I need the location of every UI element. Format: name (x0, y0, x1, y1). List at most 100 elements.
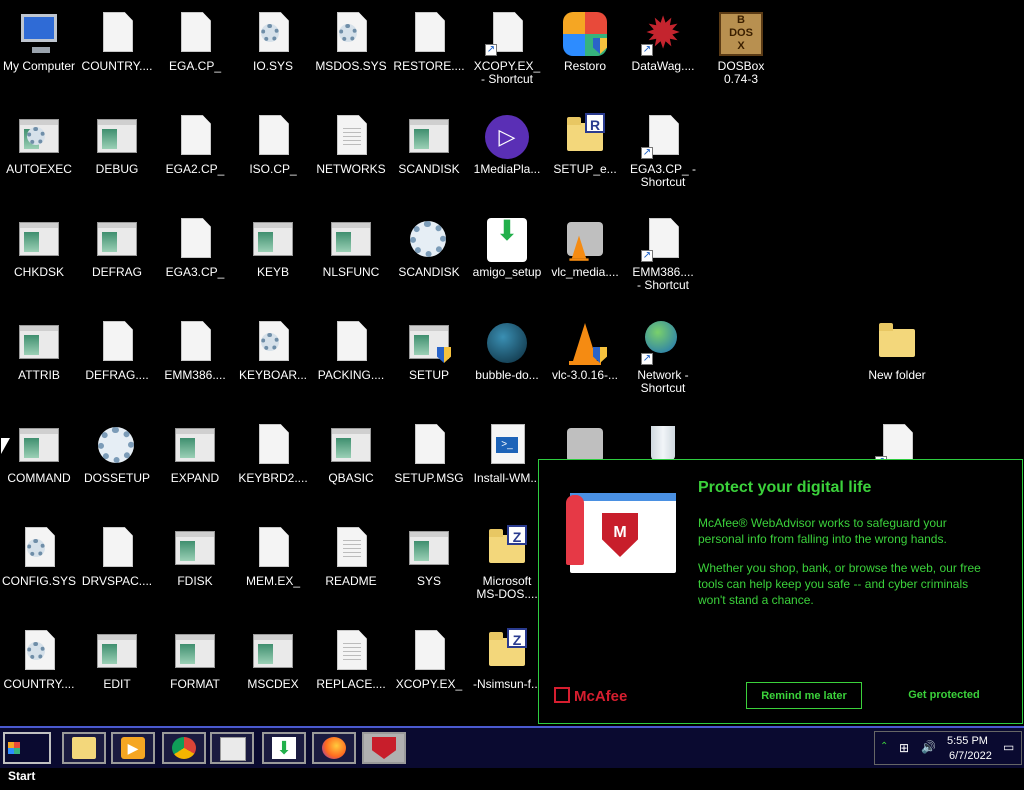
taskbar-chrome[interactable] (162, 732, 206, 764)
desktop-icon-label: vlc_media.... (551, 266, 619, 279)
desktop-icon-graphic (95, 218, 139, 262)
desktop-icon[interactable]: CHKDSK (0, 210, 78, 279)
desktop-icon[interactable]: SETUP.MSG (390, 416, 468, 485)
desktop-icon-label: ISO.CP_ (249, 163, 297, 176)
desktop-icon[interactable]: EGA.CP_ (156, 4, 234, 73)
desktop-icon[interactable]: ISO.CP_ (234, 107, 312, 176)
shortcut-arrow-icon: ↗ (641, 353, 653, 365)
desktop-icon-label: DEBUG (95, 163, 139, 176)
desktop-icon[interactable]: R SETUP_e... (546, 107, 624, 176)
desktop-icon-label: NLSFUNC (322, 266, 380, 279)
desktop-icon[interactable]: Install-WM... (468, 416, 546, 485)
desktop-icon[interactable]: DEBUG (78, 107, 156, 176)
document-icon (649, 218, 679, 258)
desktop-icon[interactable]: COUNTRY.... (0, 622, 78, 691)
desktop-icon[interactable]: bubble-do... (468, 313, 546, 382)
taskbar-file-explorer[interactable] (62, 732, 106, 764)
desktop-icon[interactable]: EGA2.CP_ (156, 107, 234, 176)
taskbar-media-player[interactable]: ▶ (111, 732, 155, 764)
desktop-icon[interactable]: DOSSETUP (78, 416, 156, 485)
desktop-icon[interactable]: EXPAND (156, 416, 234, 485)
show-hidden-icons-chevron-icon[interactable]: ⌃ (880, 741, 888, 752)
desktop-icon[interactable]: FORMAT (156, 622, 234, 691)
desktop-icon[interactable]: DRVSPAC.... (78, 519, 156, 588)
desktop-icon[interactable]: Restoro (546, 4, 624, 73)
desktop-icon[interactable]: COMMAND (0, 416, 78, 485)
desktop-icon[interactable]: Z -Nsimsun-f... (468, 622, 546, 691)
desktop-icon[interactable]: QBASIC (312, 416, 390, 485)
desktop-icon[interactable]: README (312, 519, 390, 588)
desktop-icon[interactable]: FDISK (156, 519, 234, 588)
document-icon (649, 115, 679, 155)
desktop-icon-label: COMMAND (7, 472, 71, 485)
desktop-icon[interactable]: PACKING.... (312, 313, 390, 382)
desktop-icon[interactable]: IO.SYS (234, 4, 312, 73)
desktop-icon[interactable]: SETUP (390, 313, 468, 382)
desktop-icon[interactable]: MSDOS.SYS (312, 4, 390, 73)
desktop-icon[interactable]: EDIT (78, 622, 156, 691)
start-button[interactable]: Start (3, 732, 51, 783)
desktop-icon[interactable]: NLSFUNC (312, 210, 390, 279)
desktop-icon[interactable]: MEM.EX_ (234, 519, 312, 588)
desktop-icon[interactable]: ↗ Network - Shortcut (624, 313, 702, 395)
application-window-icon (409, 119, 449, 153)
desktop-icon[interactable]: ATTRIB (0, 313, 78, 382)
desktop-icon-label: SETUP.MSG (394, 472, 464, 485)
desktop-icon[interactable]: ↗ EMM386.... - Shortcut (624, 210, 702, 292)
desktop-icon-graphic: B DOS X (719, 12, 763, 56)
desktop-icon[interactable]: CONFIG.SYS (0, 519, 78, 588)
desktop-icon[interactable]: ↗ EGA3.CP_ - Shortcut (624, 107, 702, 189)
application-window-icon (175, 634, 215, 668)
desktop-icon[interactable]: amigo_setup (468, 210, 546, 279)
desktop-icon[interactable]: MSCDEX (234, 622, 312, 691)
desktop-icon[interactable]: AUTOEXEC (0, 107, 78, 176)
desktop-icon-label: Microsoft MS-DOS.... (476, 575, 538, 601)
desktop-icon[interactable]: New folder (858, 313, 936, 382)
desktop-icon[interactable]: KEYB (234, 210, 312, 279)
taskbar-mcafee[interactable] (362, 732, 406, 764)
desktop-icon[interactable]: NETWORKS (312, 107, 390, 176)
desktop-icon[interactable]: RESTORE.... (390, 4, 468, 73)
desktop-icon-graphic (173, 630, 217, 674)
desktop-icon[interactable]: XCOPY.EX_ (390, 622, 468, 691)
taskbar-window-app[interactable] (210, 732, 254, 764)
clock-time[interactable]: 5:55 PM (947, 735, 988, 747)
desktop-icon[interactable]: REPLACE.... (312, 622, 390, 691)
desktop-icon-graphic (407, 12, 451, 56)
zip-folder-icon: Z (489, 628, 527, 666)
action-center-icon[interactable]: ▭ (1003, 740, 1014, 754)
desktop-icon[interactable]: KEYBRD2.... (234, 416, 312, 485)
desktop-icon[interactable]: vlc-3.0.16-... (546, 313, 624, 382)
desktop-icon[interactable]: SCANDISK (390, 210, 468, 279)
desktop-icon-label: 1MediaPla... (473, 163, 541, 176)
taskbar-amigo-download[interactable]: ⬇ (262, 732, 306, 764)
desktop-icon[interactable]: SCANDISK (390, 107, 468, 176)
desktop-icon[interactable]: EMM386.... (156, 313, 234, 382)
desktop-icon[interactable]: B DOS X DOSBox 0.74-3 (702, 4, 780, 86)
desktop-icon[interactable]: ↗ XCOPY.EX_ - Shortcut (468, 4, 546, 86)
desktop-icon[interactable]: KEYBOAR... (234, 313, 312, 382)
clock-date[interactable]: 6/7/2022 (949, 750, 992, 762)
download-icon: ⬇ (272, 737, 296, 759)
get-protected-button[interactable]: Get protected (889, 682, 999, 709)
network-icon[interactable]: ⊞ (899, 741, 909, 755)
desktop-icon-graphic (95, 424, 139, 468)
desktop-icon[interactable]: DEFRAG.... (78, 313, 156, 382)
gear-icon (27, 642, 45, 660)
desktop-icon[interactable]: Z Microsoft MS-DOS.... (468, 519, 546, 601)
application-window-icon (19, 428, 59, 462)
desktop-icon[interactable]: ✹ ↗ DataWag.... (624, 4, 702, 73)
desktop-icon[interactable]: My Computer (0, 4, 78, 73)
desktop-icon[interactable]: vlc_media.... (546, 210, 624, 279)
desktop-icon[interactable]: COUNTRY.... (78, 4, 156, 73)
desktop-icon[interactable]: EGA3.CP_ (156, 210, 234, 279)
desktop-icon-label: DRVSPAC.... (81, 575, 153, 588)
desktop-icon[interactable]: SYS (390, 519, 468, 588)
volume-icon[interactable]: 🔊 (921, 740, 936, 754)
powershell-script-icon (491, 424, 525, 464)
remind-me-later-button[interactable]: Remind me later (746, 682, 862, 709)
desktop-icon[interactable]: ▷ 1MediaPla... (468, 107, 546, 176)
taskbar-firefox[interactable] (312, 732, 356, 764)
desktop-icon[interactable]: DEFRAG (78, 210, 156, 279)
document-icon (181, 218, 211, 258)
